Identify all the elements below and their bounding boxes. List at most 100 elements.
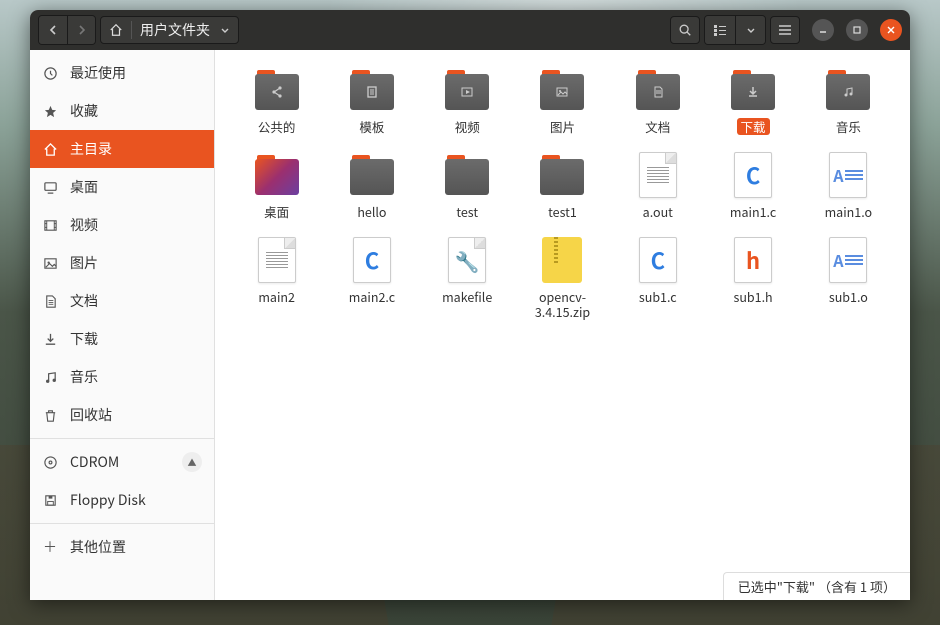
file-icon — [443, 151, 491, 199]
sidebar-item[interactable]: 收藏 — [30, 92, 214, 130]
file-label: sub1.o — [825, 288, 872, 305]
file-label: main1.o — [821, 203, 877, 220]
sidebar-item[interactable]: 视频 — [30, 206, 214, 244]
sidebar-other-locations[interactable]: ＋ 其他位置 — [30, 528, 214, 566]
file-label: 桌面 — [260, 203, 293, 220]
file-label: main2 — [254, 288, 299, 305]
file-icon — [348, 151, 396, 199]
sidebar-item-label: 主目录 — [70, 139, 112, 159]
back-button[interactable] — [39, 16, 67, 44]
star-icon — [42, 104, 58, 119]
file-label: 视频 — [451, 118, 484, 135]
file-label: test — [452, 203, 482, 220]
sidebar-item-label: 图片 — [70, 253, 98, 273]
file-icon — [729, 66, 777, 114]
file-item[interactable]: Amain1.o — [805, 147, 892, 224]
download-icon — [745, 84, 761, 100]
file-icon — [538, 66, 586, 114]
list-view-button[interactable] — [705, 16, 735, 44]
sidebar-item[interactable]: 桌面 — [30, 168, 214, 206]
file-icon — [348, 66, 396, 114]
file-manager-window: 用户文件夹 — [30, 10, 910, 600]
file-item[interactable]: Asub1.o — [805, 232, 892, 324]
file-icon — [538, 151, 586, 199]
file-label: 下载 — [737, 118, 770, 135]
file-item[interactable]: Cmain1.c — [709, 147, 796, 224]
file-item[interactable]: 视频 — [424, 62, 511, 139]
trash-icon — [42, 408, 58, 423]
sidebar-item[interactable]: Floppy Disk — [30, 481, 214, 519]
view-options-button[interactable] — [735, 16, 765, 44]
file-icon: A — [824, 236, 872, 284]
template-icon — [364, 84, 380, 100]
sidebar-item-label: CDROM — [70, 452, 119, 472]
file-item[interactable]: 文档 — [614, 62, 701, 139]
path-bar[interactable]: 用户文件夹 — [100, 16, 239, 44]
content-area[interactable]: 公共的模板视频图片文档下载音乐桌面hellotesttest1a.outCmai… — [215, 50, 910, 600]
file-label: 公共的 — [254, 118, 300, 135]
file-icon: 🔧 — [443, 236, 491, 284]
file-icon — [538, 236, 586, 284]
hamburger-menu-button[interactable] — [770, 16, 800, 44]
forward-button[interactable] — [67, 16, 95, 44]
path-dropdown-icon[interactable] — [220, 25, 230, 35]
icon-grid: 公共的模板视频图片文档下载音乐桌面hellotesttest1a.outCmai… — [215, 50, 910, 336]
file-item[interactable]: 公共的 — [233, 62, 320, 139]
image-icon — [42, 256, 58, 271]
sidebar-item-label: 视频 — [70, 215, 98, 235]
sidebar-item[interactable]: CDROM ▲ — [30, 443, 214, 481]
file-icon: C — [729, 151, 777, 199]
sidebar-item-label: 音乐 — [70, 367, 98, 387]
file-item[interactable]: 模板 — [328, 62, 415, 139]
sidebar-item-label: 最近使用 — [70, 63, 126, 83]
image-icon — [554, 84, 570, 100]
file-item[interactable]: test1 — [519, 147, 606, 224]
file-item[interactable]: hsub1.h — [709, 232, 796, 324]
sidebar-item[interactable]: 图片 — [30, 244, 214, 282]
status-bar: 已选中"下载" （含有 1 项） — [723, 572, 910, 600]
file-icon — [443, 66, 491, 114]
nav-group — [38, 15, 96, 45]
maximize-button[interactable] — [846, 19, 868, 41]
sidebar-item[interactable]: 最近使用 — [30, 54, 214, 92]
file-icon: C — [348, 236, 396, 284]
file-label: 文档 — [641, 118, 674, 135]
file-item[interactable]: 🔧 makefile — [424, 232, 511, 324]
file-item[interactable]: Cmain2.c — [328, 232, 415, 324]
search-button[interactable] — [670, 16, 700, 44]
file-icon — [253, 151, 301, 199]
sidebar-item[interactable]: 主目录 — [30, 130, 214, 168]
view-controls — [704, 15, 766, 45]
file-icon — [634, 151, 682, 199]
video-icon — [459, 84, 475, 100]
download-icon — [42, 332, 58, 347]
close-button[interactable] — [880, 19, 902, 41]
file-item[interactable]: hello — [328, 147, 415, 224]
file-item[interactable]: main2 — [233, 232, 320, 324]
file-item[interactable]: test — [424, 147, 511, 224]
file-item[interactable]: opencv-3.4.15.zip — [519, 232, 606, 324]
sidebar-item-label: 回收站 — [70, 405, 112, 425]
file-item[interactable]: Csub1.c — [614, 232, 701, 324]
sidebar-item[interactable]: 音乐 — [30, 358, 214, 396]
file-item[interactable]: a.out — [614, 147, 701, 224]
file-label: opencv-3.4.15.zip — [521, 288, 604, 320]
sidebar-item[interactable]: 下载 — [30, 320, 214, 358]
file-icon: h — [729, 236, 777, 284]
share-icon — [269, 84, 285, 100]
sidebar-item-label: 桌面 — [70, 177, 98, 197]
sidebar-item[interactable]: 文档 — [30, 282, 214, 320]
file-label: sub1.c — [635, 288, 681, 305]
file-icon — [634, 66, 682, 114]
eject-button[interactable]: ▲ — [182, 452, 202, 472]
file-item[interactable]: 桌面 — [233, 147, 320, 224]
file-item[interactable]: 下载 — [709, 62, 796, 139]
file-item[interactable]: 音乐 — [805, 62, 892, 139]
minimize-button[interactable] — [812, 19, 834, 41]
sidebar-item[interactable]: 回收站 — [30, 396, 214, 434]
file-label: 图片 — [546, 118, 579, 135]
home-icon — [42, 142, 58, 157]
file-label: makefile — [438, 288, 496, 305]
sidebar-item-label: 收藏 — [70, 101, 98, 121]
file-item[interactable]: 图片 — [519, 62, 606, 139]
